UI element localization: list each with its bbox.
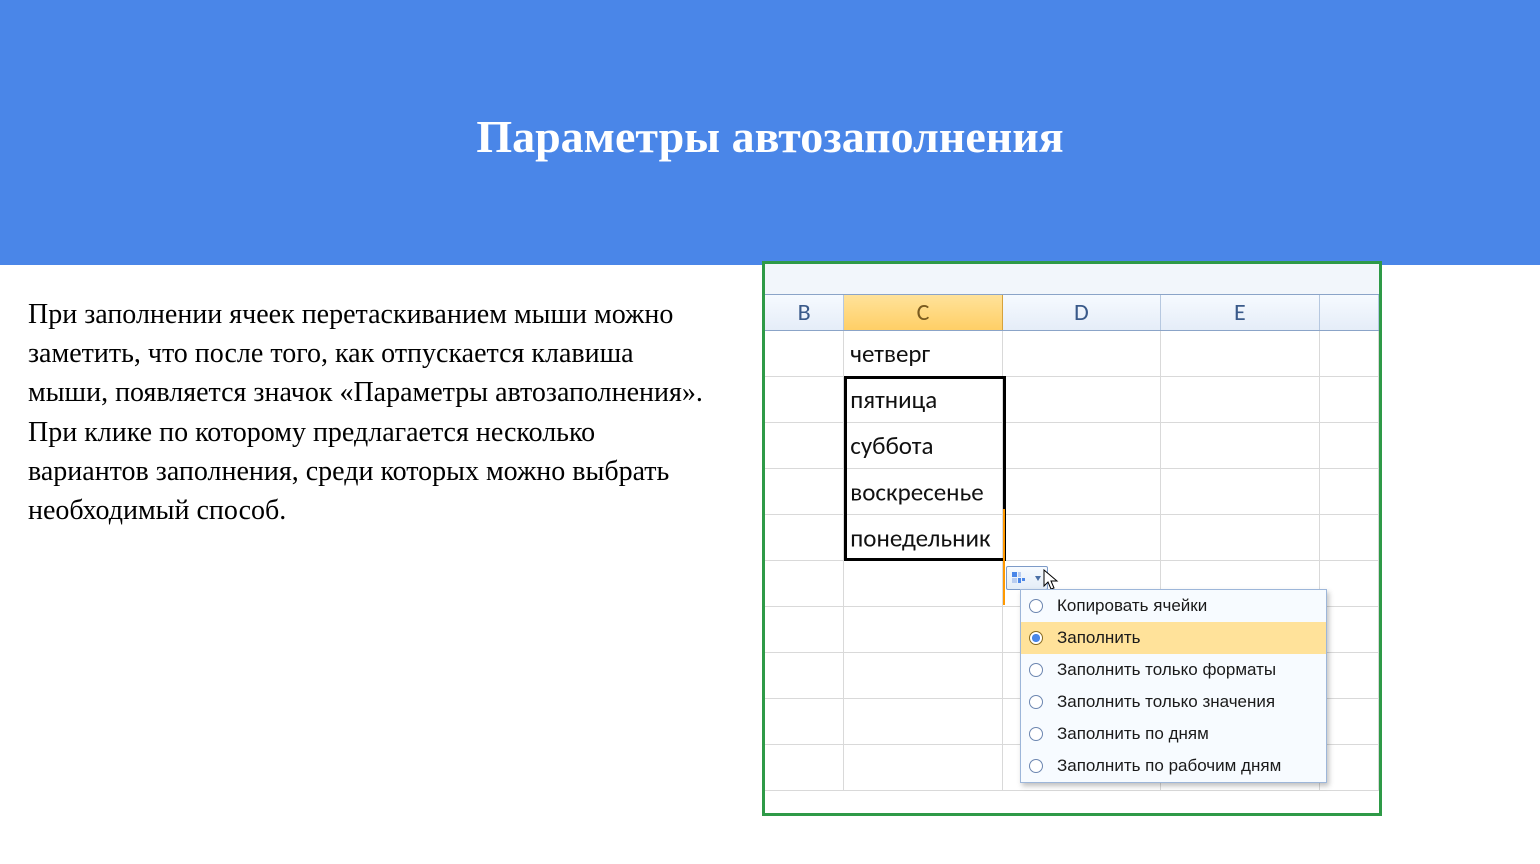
- cell-tail-9: [1320, 699, 1379, 745]
- cell-B4[interactable]: [765, 469, 844, 515]
- row-2: пятница: [765, 377, 1379, 423]
- cell-tail-10: [1320, 745, 1379, 791]
- cell-B3[interactable]: [765, 423, 844, 469]
- cell-D3[interactable]: [1003, 423, 1161, 469]
- cell-C1[interactable]: четверг: [844, 331, 1002, 377]
- autofill-options-icon: [1011, 570, 1043, 586]
- body-paragraph: При заполнении ячеек перетаскиванием мыш…: [28, 295, 708, 530]
- cell-B7[interactable]: [765, 607, 844, 653]
- cell-C8[interactable]: [844, 653, 1002, 699]
- cell-E1[interactable]: [1161, 331, 1319, 377]
- cell-B2[interactable]: [765, 377, 844, 423]
- cell-C2[interactable]: пятница: [844, 377, 1002, 423]
- cell-tail-2: [1320, 377, 1379, 423]
- row-3: суббота: [765, 423, 1379, 469]
- sheet-top-pad: [765, 264, 1379, 295]
- col-header-E[interactable]: E: [1161, 295, 1319, 330]
- col-header-tail: [1320, 295, 1379, 330]
- grid-body: четверг пятница суббота воскресенье: [765, 331, 1379, 791]
- row-4: воскресенье: [765, 469, 1379, 515]
- row-1: четверг: [765, 331, 1379, 377]
- autofill-options-menu: Копировать ячейки Заполнить Заполнить то…: [1020, 589, 1327, 783]
- cell-tail-1: [1320, 331, 1379, 377]
- cell-tail-7: [1320, 607, 1379, 653]
- option-label: Заполнить только значения: [1057, 692, 1275, 712]
- cell-B10[interactable]: [765, 745, 844, 791]
- autofill-option-fill-formats-only[interactable]: Заполнить только форматы: [1021, 654, 1326, 686]
- row-5: понедельник: [765, 515, 1379, 561]
- cell-D1[interactable]: [1003, 331, 1161, 377]
- excel-inset: B C D E четверг пятница суббота: [762, 261, 1382, 816]
- cell-tail-6: [1320, 561, 1379, 607]
- cell-tail-8: [1320, 653, 1379, 699]
- option-label: Заполнить по рабочим дням: [1057, 756, 1281, 776]
- cell-tail-5: [1320, 515, 1379, 561]
- cell-tail-4: [1320, 469, 1379, 515]
- cell-D5[interactable]: [1003, 515, 1161, 561]
- radio-icon: [1029, 631, 1043, 645]
- cell-C5[interactable]: понедельник: [844, 515, 1002, 561]
- cell-E5[interactable]: [1161, 515, 1319, 561]
- autofill-option-fill-values-only[interactable]: Заполнить только значения: [1021, 686, 1326, 718]
- column-header-row: B C D E: [765, 295, 1379, 331]
- col-header-B[interactable]: B: [765, 295, 844, 330]
- radio-icon: [1029, 759, 1043, 773]
- cell-C3[interactable]: суббота: [844, 423, 1002, 469]
- autofill-option-fill-days[interactable]: Заполнить по дням: [1021, 718, 1326, 750]
- cell-B9[interactable]: [765, 699, 844, 745]
- option-label: Заполнить по дням: [1057, 724, 1209, 744]
- autofill-options-button[interactable]: [1006, 566, 1048, 590]
- slide-title: Параметры автозаполнения: [0, 110, 1540, 163]
- cell-D4[interactable]: [1003, 469, 1161, 515]
- cell-C10[interactable]: [844, 745, 1002, 791]
- title-band: Параметры автозаполнения: [0, 0, 1540, 265]
- cell-E2[interactable]: [1161, 377, 1319, 423]
- cell-E3[interactable]: [1161, 423, 1319, 469]
- cell-B6[interactable]: [765, 561, 844, 607]
- cursor-arrow-icon: [1043, 569, 1061, 591]
- cell-C9[interactable]: [844, 699, 1002, 745]
- cell-E4[interactable]: [1161, 469, 1319, 515]
- cell-C4[interactable]: воскресенье: [844, 469, 1002, 515]
- fill-edge-highlight: [1003, 509, 1005, 605]
- col-header-D[interactable]: D: [1003, 295, 1161, 330]
- cell-D2[interactable]: [1003, 377, 1161, 423]
- radio-icon: [1029, 695, 1043, 709]
- option-label: Заполнить только форматы: [1057, 660, 1276, 680]
- autofill-option-fill-weekdays[interactable]: Заполнить по рабочим дням: [1021, 750, 1326, 782]
- autofill-option-fill[interactable]: Заполнить: [1021, 622, 1326, 654]
- radio-icon: [1029, 599, 1043, 613]
- cell-B5[interactable]: [765, 515, 844, 561]
- col-header-C[interactable]: C: [844, 295, 1002, 330]
- option-label: Заполнить: [1057, 628, 1140, 648]
- radio-icon: [1029, 663, 1043, 677]
- cell-C7[interactable]: [844, 607, 1002, 653]
- autofill-option-copy-cells[interactable]: Копировать ячейки: [1021, 590, 1326, 622]
- cell-B1[interactable]: [765, 331, 844, 377]
- cell-C6[interactable]: [844, 561, 1002, 607]
- option-label: Копировать ячейки: [1057, 596, 1207, 616]
- cell-B8[interactable]: [765, 653, 844, 699]
- radio-icon: [1029, 727, 1043, 741]
- cell-tail-3: [1320, 423, 1379, 469]
